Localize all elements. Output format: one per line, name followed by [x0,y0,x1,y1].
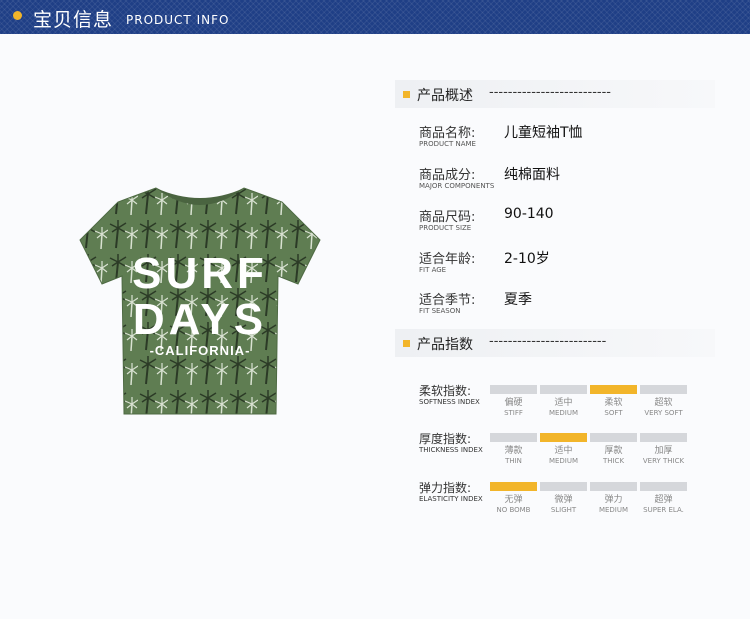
shirt-print-line1: SURF [132,249,268,298]
index-segment: 厚款 THICK [590,433,637,466]
segment-label-en: SUPER ELA. [643,506,684,514]
segment-label-en: SLIGHT [550,506,577,514]
index-segment: 偏硬 STIFF [490,385,537,418]
divider-dashes: ------------------------- [489,334,607,349]
segment-label: 适中 [554,398,573,408]
index-bar [590,385,637,394]
segment-label-en: MEDIUM [548,409,579,417]
header-title-en: PRODUCT INFO [126,13,230,27]
info-label-en: PRODUCT SIZE [419,224,472,232]
index-segment: 超软 VERY SOFT [640,385,687,418]
overview-title: 产品概述 [417,88,473,104]
info-value: 夏季 [504,292,532,308]
bullet-square-icon [403,340,410,347]
overview-section-header: 产品概述 -------------------------- [395,80,715,108]
segment-label: 微弹 [554,495,573,505]
index-bar [640,482,687,491]
info-label-en: FIT AGE [419,266,447,274]
index-bar [540,433,587,442]
segment-label: 无弹 [504,495,523,505]
segment-label: 超软 [654,398,673,408]
index-bar [590,433,637,442]
index-bar [540,385,587,394]
index-label-en: SOFTNESS INDEX [419,398,480,406]
shirt-print-line3: -CALIFORNIA- [150,343,251,358]
segment-label: 弹力 [604,495,623,505]
info-label: 商品成分: [419,168,476,183]
segment-label-en: SOFT [604,409,623,417]
index-label: 柔软指数: [419,384,472,398]
index-segment: 薄款 THIN [490,433,537,466]
segment-label-en: MEDIUM [598,506,629,514]
segment-label-en: THICK [602,457,625,465]
header-title-cn: 宝贝信息 [33,9,114,31]
index-bar [490,385,537,394]
index-bar [640,433,687,442]
index-segment: 无弹 NO BOMB [490,482,537,515]
segment-label-en: STIFF [504,409,523,417]
bullet-dot-icon [13,11,22,20]
divider-dashes: -------------------------- [489,85,611,100]
index-segment: 弹力 MEDIUM [590,482,637,515]
index-segment: 柔软 SOFT [590,385,637,418]
info-value: 2-10岁 [504,251,550,267]
info-label-en: MAJOR COMPONENTS [419,182,495,190]
info-value: 90-140 [504,206,554,222]
segment-label: 加厚 [654,446,673,456]
info-label: 商品名称: [419,126,476,141]
index-bar [490,482,537,491]
index-bar [540,482,587,491]
segment-label-en: NO BOMB [496,506,531,514]
indices-title: 产品指数 [417,337,473,353]
info-label-en: FIT SEASON [419,307,461,315]
index-segment: 适中 MEDIUM [540,385,587,418]
index-bar [490,433,537,442]
index-bar [640,385,687,394]
info-value: 儿童短袖T恤 [504,125,583,141]
segment-label-en: VERY SOFT [644,409,683,417]
indices-section-header: 产品指数 ------------------------- [395,329,715,357]
segment-label-en: VERY THICK [642,457,685,465]
segment-label-en: THIN [505,457,522,465]
segment-label: 偏硬 [504,398,523,408]
segment-label: 柔软 [604,398,623,408]
index-segment: 超弹 SUPER ELA. [640,482,687,515]
info-label-en: PRODUCT NAME [419,140,476,148]
bullet-square-icon [403,91,410,98]
info-label: 适合季节: [419,293,476,308]
info-label: 适合年龄: [419,252,476,267]
index-label: 弹力指数: [419,481,472,495]
info-value: 纯棉面料 [504,167,560,183]
info-label: 商品尺码: [419,210,476,225]
segment-label: 薄款 [504,446,523,456]
segment-label: 超弹 [654,495,673,505]
segment-label: 厚款 [604,446,623,456]
index-label-en: THICKNESS INDEX [419,446,483,454]
segment-label: 适中 [554,446,573,456]
segment-label-en: MEDIUM [548,457,579,465]
product-image: SURF DAYS -CALIFORNIA- [79,187,321,415]
index-segment: 加厚 VERY THICK [640,433,687,466]
index-label-en: ELASTICITY INDEX [419,495,483,503]
index-label: 厚度指数: [419,432,472,446]
index-segment: 适中 MEDIUM [540,433,587,466]
section-header: 宝贝信息 PRODUCT INFO [0,0,750,34]
index-segment: 微弹 SLIGHT [540,482,587,515]
index-bar [590,482,637,491]
shirt-print-line2: DAYS [133,295,267,344]
